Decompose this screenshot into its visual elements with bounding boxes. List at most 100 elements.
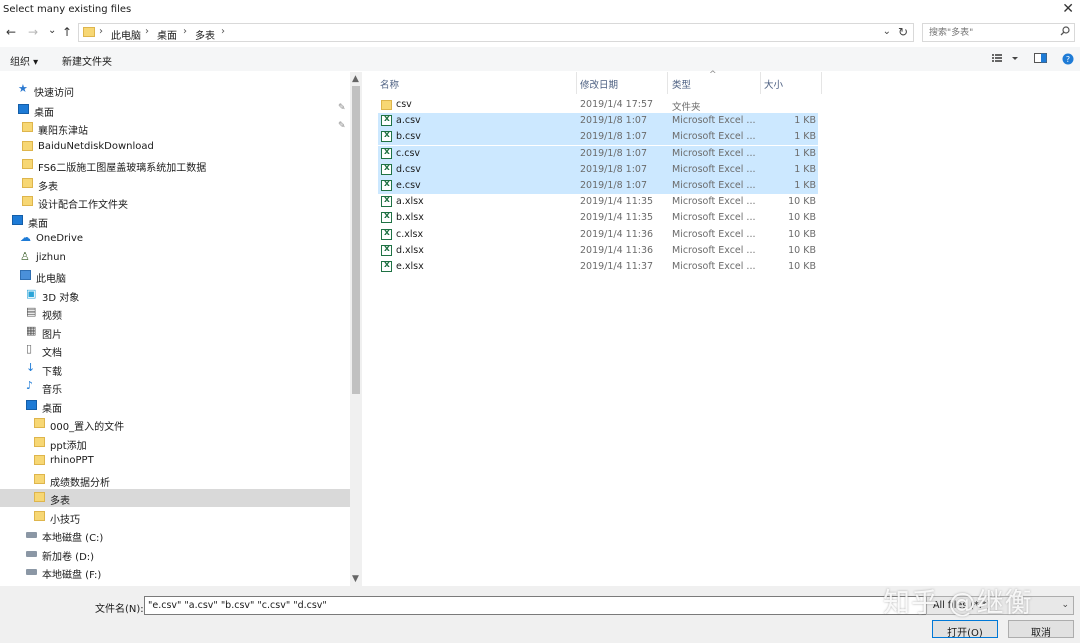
star-icon: ★ bbox=[18, 82, 28, 95]
search-input[interactable] bbox=[923, 24, 1053, 41]
folder-icon bbox=[22, 141, 33, 151]
nav-item[interactable]: 本地磁盘 (F:) bbox=[0, 563, 350, 581]
nav-item[interactable]: 桌面 ✎ bbox=[0, 101, 350, 119]
preview-pane-icon[interactable] bbox=[1034, 53, 1047, 66]
file-row[interactable]: d.xlsx 2019/1/4 11:36 Microsoft Excel ... 1… bbox=[378, 243, 818, 259]
nav-item[interactable]: BaiduNetdiskDownload bbox=[0, 138, 350, 156]
nav-item[interactable]: 成绩数据分析 bbox=[0, 471, 350, 489]
nav-item-label: rhinoPPT bbox=[50, 455, 94, 466]
breadcrumb-multi-table[interactable]: 多表 bbox=[195, 27, 215, 42]
breadcrumb-separator[interactable]: › bbox=[183, 26, 187, 37]
nav-item[interactable]: 襄阳东津站 ✎ bbox=[0, 119, 350, 137]
nav-item-label: 音乐 bbox=[42, 385, 62, 396]
close-icon[interactable]: ✕ bbox=[1062, 1, 1074, 17]
nav-item-label: 3D 对象 bbox=[42, 293, 80, 304]
new-folder-button[interactable]: 新建文件夹 bbox=[62, 53, 112, 68]
nav-item[interactable]: ♙ jizhun bbox=[0, 249, 350, 267]
video-icon: ▤ bbox=[26, 305, 37, 318]
file-row[interactable]: b.csv 2019/1/8 1:07 Microsoft Excel ... 1 K… bbox=[378, 129, 818, 146]
nav-item-label: 000_置入的文件 bbox=[50, 422, 125, 433]
forward-arrow-icon[interactable]: → bbox=[28, 25, 38, 39]
file-row[interactable]: c.xlsx 2019/1/4 11:36 Microsoft Excel ... 1… bbox=[378, 227, 818, 243]
nav-item-label: 文档 bbox=[42, 348, 62, 359]
breadcrumb-desktop[interactable]: 桌面 bbox=[157, 27, 177, 42]
column-divider[interactable] bbox=[576, 72, 577, 94]
file-size: 1 KB bbox=[794, 163, 816, 175]
nav-item[interactable]: 000_置入的文件 bbox=[0, 415, 350, 433]
filename-input[interactable]: "e.csv" "a.csv" "b.csv" "c.csv" "d.csv" bbox=[144, 596, 932, 615]
up-arrow-icon[interactable]: ↑ bbox=[62, 25, 72, 39]
recent-locations-icon[interactable]: ⌄ bbox=[48, 25, 56, 36]
nav-item[interactable]: 多表 bbox=[0, 175, 350, 193]
column-header-name[interactable]: 名称 bbox=[380, 77, 399, 91]
file-size: 10 KB bbox=[788, 196, 816, 208]
nav-item[interactable]: ppt添加 bbox=[0, 434, 350, 452]
file-row[interactable]: b.xlsx 2019/1/4 11:35 Microsoft Excel ... 1… bbox=[378, 210, 818, 226]
nav-item[interactable]: ♪ 音乐 bbox=[0, 378, 350, 396]
organize-button[interactable]: 组织 ▾ bbox=[10, 53, 38, 68]
breadcrumb-separator[interactable]: › bbox=[145, 26, 149, 37]
nav-item[interactable]: 本地磁盘 (C:) bbox=[0, 526, 350, 544]
nav-item[interactable]: FS6二版施工图屋盖玻璃系统加工数据 bbox=[0, 156, 350, 174]
refresh-icon[interactable]: ↻ bbox=[898, 25, 908, 39]
file-row[interactable]: a.xlsx 2019/1/4 11:35 Microsoft Excel ... 1… bbox=[378, 194, 818, 210]
nav-item[interactable]: 小技巧 bbox=[0, 508, 350, 526]
file-date: 2019/1/4 11:37 bbox=[580, 261, 654, 272]
nav-item[interactable]: ▣ 3D 对象 bbox=[0, 286, 350, 304]
file-type: 文件夹 bbox=[672, 102, 701, 113]
nav-item-label: 下载 bbox=[42, 367, 62, 378]
nav-item[interactable]: ▯ 文档 bbox=[0, 341, 350, 359]
breadcrumb-separator[interactable]: › bbox=[221, 26, 225, 37]
cancel-button[interactable]: 取消 bbox=[1008, 620, 1074, 639]
help-icon[interactable]: ? bbox=[1062, 53, 1074, 68]
chevron-down-icon[interactable]: ⌄ bbox=[1061, 600, 1069, 610]
nav-item[interactable]: ▤ 视频 bbox=[0, 304, 350, 322]
scroll-up-icon[interactable]: ▲ bbox=[352, 74, 359, 84]
scroll-down-icon[interactable]: ▼ bbox=[352, 574, 359, 584]
search-icon[interactable] bbox=[1060, 26, 1070, 39]
column-divider[interactable] bbox=[667, 72, 668, 94]
file-size: 10 KB bbox=[788, 212, 816, 224]
nav-item[interactable]: 新加卷 (D:) bbox=[0, 545, 350, 563]
search-box[interactable] bbox=[922, 23, 1075, 42]
file-date: 2019/1/8 1:07 bbox=[580, 131, 648, 143]
desktop-icon bbox=[18, 104, 29, 114]
file-date: 2019/1/8 1:07 bbox=[580, 163, 648, 175]
address-bar[interactable]: › 此电脑 › 桌面 › 多表 › ⌄ ↻ bbox=[78, 23, 914, 42]
file-row[interactable]: a.csv 2019/1/8 1:07 Microsoft Excel ... 1 K… bbox=[378, 113, 818, 130]
nav-item[interactable]: 桌面 bbox=[0, 212, 350, 230]
column-header-date[interactable]: 修改日期 bbox=[580, 77, 618, 91]
nav-item[interactable]: ↓ 下载 bbox=[0, 360, 350, 378]
column-divider[interactable] bbox=[821, 72, 822, 94]
nav-item-label: 襄阳东津站 bbox=[38, 126, 88, 137]
file-row[interactable]: e.xlsx 2019/1/4 11:37 Microsoft Excel ... 1… bbox=[378, 259, 818, 275]
column-header-size[interactable]: 大小 bbox=[764, 77, 783, 91]
nav-item[interactable]: ☁ OneDrive bbox=[0, 230, 350, 248]
column-divider[interactable] bbox=[760, 72, 761, 94]
file-row[interactable]: csv 2019/1/4 17:57 文件夹 bbox=[378, 97, 818, 113]
nav-item[interactable]: ★ 快速访问 bbox=[0, 81, 350, 99]
file-size: 1 KB bbox=[794, 131, 816, 143]
breadcrumb-this-pc[interactable]: 此电脑 bbox=[111, 27, 141, 42]
nav-item[interactable]: rhinoPPT bbox=[0, 452, 350, 470]
file-row[interactable]: d.csv 2019/1/8 1:07 Microsoft Excel ... 1 K… bbox=[378, 161, 818, 178]
file-row[interactable]: e.csv 2019/1/8 1:07 Microsoft Excel ... 1 K… bbox=[378, 178, 818, 194]
view-options-icon[interactable] bbox=[992, 53, 1018, 66]
open-button[interactable]: 打开(O) bbox=[932, 620, 998, 639]
nav-item[interactable]: 多表 bbox=[0, 489, 350, 507]
chevron-down-icon[interactable]: ⌄ bbox=[883, 26, 891, 37]
nav-item[interactable]: 设计配合工作文件夹 bbox=[0, 193, 350, 211]
nav-item[interactable]: 此电脑 bbox=[0, 267, 350, 285]
nav-item[interactable]: 桌面 bbox=[0, 397, 350, 415]
file-row[interactable]: c.csv 2019/1/8 1:07 Microsoft Excel ... 1 K… bbox=[378, 145, 818, 162]
nav-item-label: 新加卷 (D:) bbox=[42, 552, 95, 563]
music-icon: ♪ bbox=[26, 379, 34, 392]
nav-item[interactable]: ▦ 图片 bbox=[0, 323, 350, 341]
back-arrow-icon[interactable]: ← bbox=[6, 25, 16, 39]
navigation-scrollbar[interactable]: ▲ ▼ bbox=[350, 72, 362, 586]
file-type: Microsoft Excel ... bbox=[672, 163, 756, 175]
breadcrumb-separator[interactable]: › bbox=[99, 26, 103, 37]
column-header-type[interactable]: 类型 bbox=[672, 77, 691, 91]
watermark: 知乎 @继衡 bbox=[883, 588, 1033, 619]
scrollbar-thumb[interactable] bbox=[352, 86, 360, 394]
